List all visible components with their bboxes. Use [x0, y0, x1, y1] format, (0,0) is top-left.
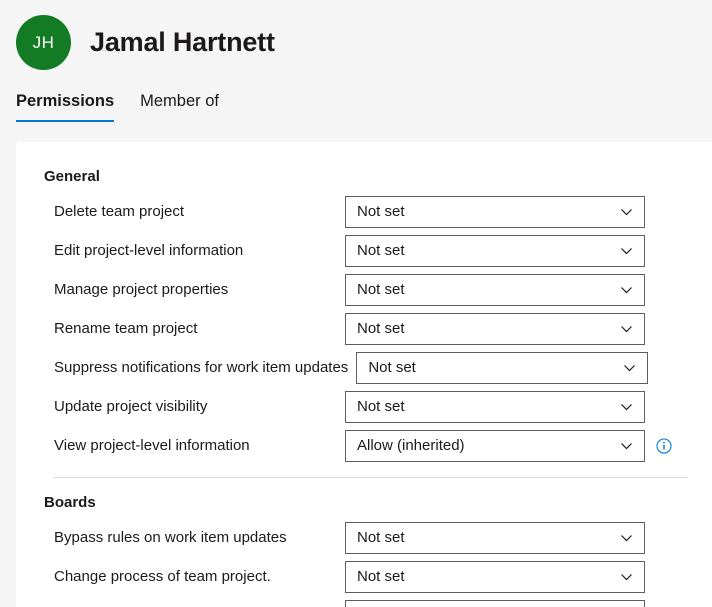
chevron-down-icon [620, 570, 633, 583]
permission-dropdown-rename-team-project[interactable]: Not set [345, 312, 645, 345]
permission-row-delete-team-project: Delete team project Not set [16, 192, 712, 231]
dropdown-value: Not set [357, 242, 405, 259]
section-general: General Delete team project Not set Edit… [16, 168, 712, 478]
permission-label: Suppress notifications for work item upd… [54, 359, 349, 376]
permission-dropdown-partial[interactable] [345, 599, 645, 607]
permission-row-edit-project-level-information: Edit project-level information Not set [16, 231, 712, 270]
chevron-down-icon [620, 531, 633, 544]
permission-row-rename-team-project: Rename team project Not set [16, 309, 712, 348]
dropdown-value: Not set [357, 320, 405, 337]
chevron-down-icon [620, 283, 633, 296]
permission-dropdown-view-project-level-information[interactable]: Allow (inherited) [345, 429, 645, 462]
permission-label: Manage project properties [54, 281, 229, 298]
chevron-down-icon [620, 244, 633, 257]
chevron-down-icon [620, 205, 633, 218]
tab-permissions-label: Permissions [16, 92, 115, 110]
dropdown-value: Not set [357, 203, 405, 220]
avatar: JH [16, 15, 71, 70]
tab-member-of-label: Member of [140, 92, 219, 110]
permission-dropdown-change-process[interactable]: Not set [345, 560, 645, 593]
permission-label: Change process of team project. [54, 568, 271, 585]
permission-label: Edit project-level information [54, 242, 244, 259]
permission-dropdown-manage-project-properties[interactable]: Not set [345, 273, 645, 306]
permission-dropdown-suppress-notifications[interactable]: Not set [356, 351, 649, 384]
chevron-down-icon [620, 400, 633, 413]
permission-row-suppress-notifications: Suppress notifications for work item upd… [16, 348, 712, 387]
permission-row-view-project-level-information: View project-level information Allow (in… [16, 426, 712, 465]
permission-dropdown-bypass-rules[interactable]: Not set [345, 521, 645, 554]
permission-row-change-process: Change process of team project. Not set [16, 557, 712, 596]
section-divider [54, 477, 688, 478]
permission-dropdown-edit-project-level-information[interactable]: Not set [345, 234, 645, 267]
dropdown-value: Not set [368, 359, 416, 376]
section-title-general: General [44, 168, 100, 185]
permissions-card: General Delete team project Not set Edit… [16, 142, 712, 607]
dropdown-value: Allow (inherited) [357, 437, 465, 454]
permission-label: Bypass rules on work item updates [54, 529, 287, 546]
permission-label: Rename team project [54, 320, 198, 337]
chevron-down-icon [620, 322, 633, 335]
tab-member-of[interactable]: Member of [140, 92, 219, 122]
dropdown-value: Not set [357, 398, 405, 415]
permission-label: Delete team project [54, 203, 185, 220]
chevron-down-icon [623, 361, 636, 374]
permission-label: View project-level information [54, 437, 250, 454]
section-title-boards: Boards [44, 494, 96, 511]
permission-label: Update project visibility [54, 398, 208, 415]
user-header: JH Jamal Hartnett Permissions Member of [0, 0, 712, 142]
tab-permissions[interactable]: Permissions [16, 92, 115, 122]
permissions-list: General Delete team project Not set Edit… [16, 142, 712, 607]
tab-bar: Permissions Member of [16, 84, 245, 122]
permission-dropdown-delete-team-project[interactable]: Not set [345, 195, 645, 228]
identity-row: JH Jamal Hartnett [16, 15, 275, 70]
permission-row-update-project-visibility: Update project visibility Not set [16, 387, 712, 426]
permission-row-manage-project-properties: Manage project properties Not set [16, 270, 712, 309]
page-title: Jamal Hartnett [90, 27, 275, 57]
permission-dropdown-update-project-visibility[interactable]: Not set [345, 390, 645, 423]
avatar-initials: JH [32, 32, 55, 52]
chevron-down-icon [620, 439, 633, 452]
permission-row-partial [16, 596, 712, 607]
info-icon[interactable] [656, 437, 672, 454]
dropdown-value: Not set [357, 529, 405, 546]
dropdown-value: Not set [357, 568, 405, 585]
permission-row-bypass-rules: Bypass rules on work item updates Not se… [16, 518, 712, 557]
dropdown-value: Not set [357, 281, 405, 298]
section-boards: Boards Bypass rules on work item updates… [16, 494, 712, 607]
